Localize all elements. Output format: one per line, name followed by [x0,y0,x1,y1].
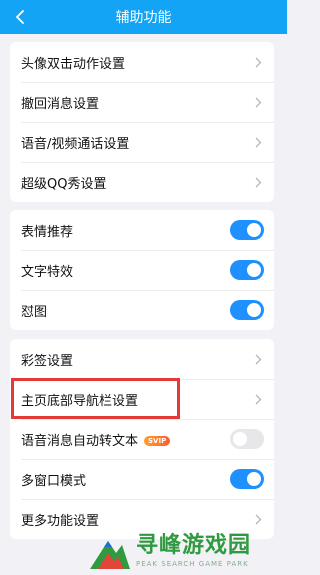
back-button[interactable] [8,5,32,29]
chevron-right-icon [252,393,264,405]
text-effects-toggle[interactable] [230,260,264,280]
multi-window-toggle[interactable] [230,469,264,489]
setting-row-voice-to-text: 语音消息自动转文本 SVIP [10,419,274,459]
setting-label: 表情推荐 [21,224,74,240]
setting-label: 彩签设置 [21,353,74,369]
watermark: 寻峰游戏园 PEAK SEARCH GAME PARK [88,526,287,575]
setting-row-voice-video-call[interactable]: 语音/视频通话设置 [10,122,274,162]
settings-group-1: 头像双击动作设置 撤回消息设置 语音/视频通话设置 超级QQ秀设置 [10,42,274,202]
chevron-left-icon [16,10,24,24]
setting-label: 怼图 [21,304,48,320]
setting-label: 超级QQ秀设置 [21,176,107,192]
chevron-right-icon [252,136,264,148]
setting-label: 语音消息自动转文本 SVIP [21,430,230,449]
setting-row-recall-message[interactable]: 撤回消息设置 [10,82,274,122]
watermark-en: PEAK SEARCH GAME PARK [136,559,249,568]
chevron-right-icon [252,513,264,525]
setting-row-color-tags[interactable]: 彩签设置 [10,339,274,379]
setting-row-bottom-nav-bar[interactable]: 主页底部导航栏设置 [10,379,274,419]
setting-row-text-effects: 文字特效 [10,250,274,290]
settings-group-2: 表情推荐 文字特效 怼图 [10,210,274,330]
setting-row-multi-window: 多窗口模式 [10,459,274,499]
settings-group-3: 彩签设置 主页底部导航栏设置 语音消息自动转文本 SVIP 多窗口模式 更多功能设… [10,339,274,539]
setting-label: 语音/视频通话设置 [21,136,130,152]
mountain-logo-icon [90,540,130,569]
emoji-recommend-toggle[interactable] [230,220,264,240]
chevron-right-icon [252,96,264,108]
setting-row-emoji-recommend: 表情推荐 [10,210,274,250]
setting-row-super-qq-show[interactable]: 超级QQ秀设置 [10,162,274,202]
setting-label: 撤回消息设置 [21,96,100,112]
meme-images-toggle[interactable] [230,300,264,320]
page-title: 辅助功能 [115,10,172,26]
watermark-cn: 寻峰游戏园 [136,532,252,558]
voice-to-text-toggle[interactable] [230,429,264,449]
chevron-right-icon [252,353,264,365]
svip-badge: SVIP [144,435,171,446]
setting-label: 文字特效 [21,264,74,280]
chevron-right-icon [252,176,264,188]
setting-label: 多窗口模式 [21,473,87,489]
setting-label: 主页底部导航栏设置 [21,393,139,409]
setting-label: 头像双击动作设置 [21,56,126,72]
chevron-right-icon [252,56,264,68]
setting-row-avatar-double-click[interactable]: 头像双击动作设置 [10,42,274,82]
nav-bar: 辅助功能 [0,0,287,34]
setting-row-meme-images: 怼图 [10,290,274,330]
